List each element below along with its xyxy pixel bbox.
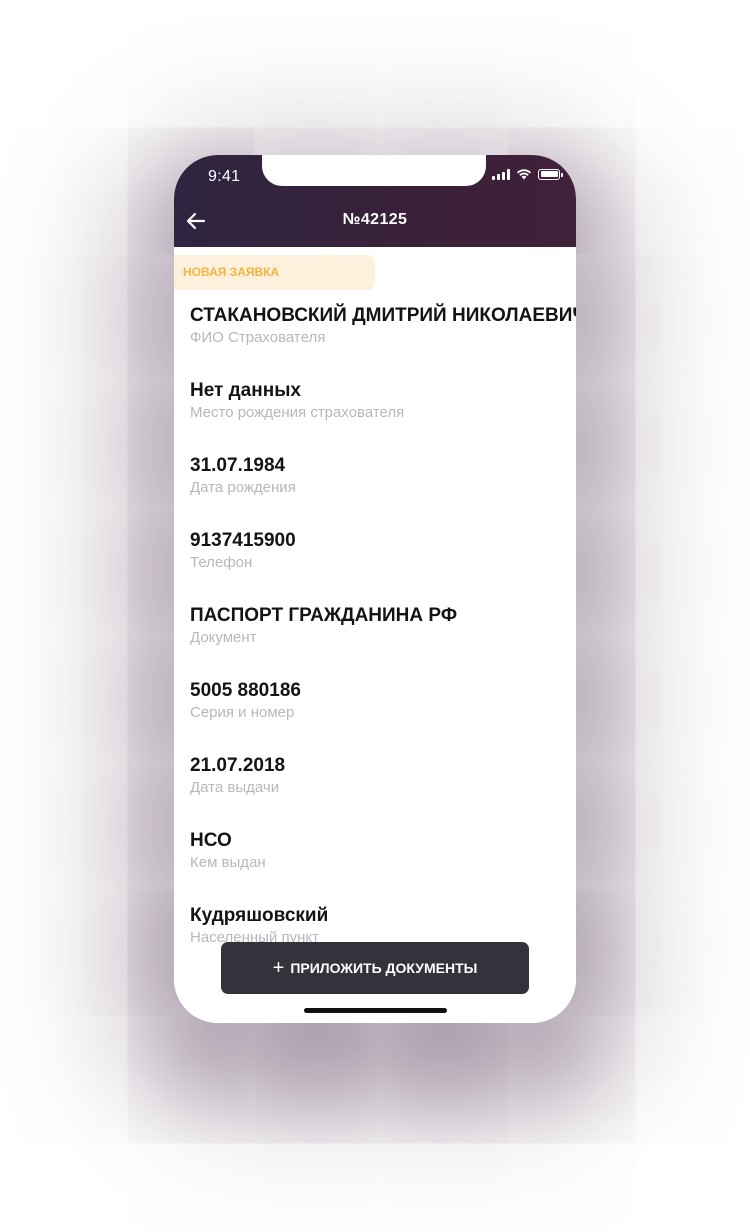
notch <box>262 155 486 186</box>
header-bar: 9:41 №42125 <box>174 155 576 247</box>
field-value: СТАКАНОВСКИЙ ДМИТРИЙ НИКОЛАЕВИЧ <box>190 305 576 326</box>
stage: 9:41 №42125 НОВАЯ ЗАЯВКА СТАКАНОВСКИЙ ДМ… <box>0 0 750 1232</box>
field-birthplace: Нет данных Место рождения страхователя <box>190 380 576 422</box>
status-badge: НОВАЯ ЗАЯВКА <box>174 255 375 290</box>
details-content[interactable]: НОВАЯ ЗАЯВКА СТАКАНОВСКИЙ ДМИТРИЙ НИКОЛА… <box>174 247 576 1023</box>
field-settlement: Кудряшовский Населенный пункт <box>190 905 576 947</box>
field-value: Кудряшовский <box>190 905 329 926</box>
phone-screen: 9:41 №42125 НОВАЯ ЗАЯВКА СТАКАНОВСКИЙ ДМ… <box>174 155 576 1023</box>
plus-icon: + <box>272 957 285 979</box>
field-label: ФИО Страхователя <box>190 329 326 346</box>
field-label: Документ <box>190 629 257 646</box>
field-label: Кем выдан <box>190 854 266 871</box>
field-label: Телефон <box>190 554 253 571</box>
field-label: Место рождения страхователя <box>190 404 405 421</box>
attach-documents-button[interactable]: + ПРИЛОЖИТЬ ДОКУМЕНТЫ <box>221 942 529 994</box>
field-value: 5005 880186 <box>190 680 301 701</box>
home-indicator <box>304 1008 447 1013</box>
field-value: 31.07.1984 <box>190 455 286 476</box>
attach-button-label: ПРИЛОЖИТЬ ДОКУМЕНТЫ <box>290 960 478 976</box>
field-birth-date: 31.07.1984 Дата рождения <box>190 455 576 497</box>
field-series-number: 5005 880186 Серия и номер <box>190 680 576 722</box>
field-insured-name: СТАКАНОВСКИЙ ДМИТРИЙ НИКОЛАЕВИЧ ФИО Стра… <box>190 305 576 347</box>
signal-icon <box>492 168 510 180</box>
field-phone: 9137415900 Телефон <box>190 530 576 572</box>
battery-icon <box>538 168 563 180</box>
field-value: НСО <box>190 830 232 851</box>
field-issued-by: НСО Кем выдан <box>190 830 576 872</box>
wifi-icon <box>517 169 531 180</box>
field-label: Дата рождения <box>190 479 296 496</box>
field-issue-date: 21.07.2018 Дата выдачи <box>190 755 576 797</box>
field-label: Серия и номер <box>190 704 295 721</box>
status-time: 9:41 <box>208 168 241 185</box>
field-label: Дата выдачи <box>190 779 280 796</box>
field-value: Нет данных <box>190 380 301 401</box>
field-value: 21.07.2018 <box>190 755 286 776</box>
field-value: 9137415900 <box>190 530 296 551</box>
field-document: ПАСПОРТ ГРАЖДАНИНА РФ Документ <box>190 605 576 647</box>
status-icons <box>492 168 563 180</box>
page-title: №42125 <box>342 211 408 228</box>
field-value: ПАСПОРТ ГРАЖДАНИНА РФ <box>190 605 458 626</box>
